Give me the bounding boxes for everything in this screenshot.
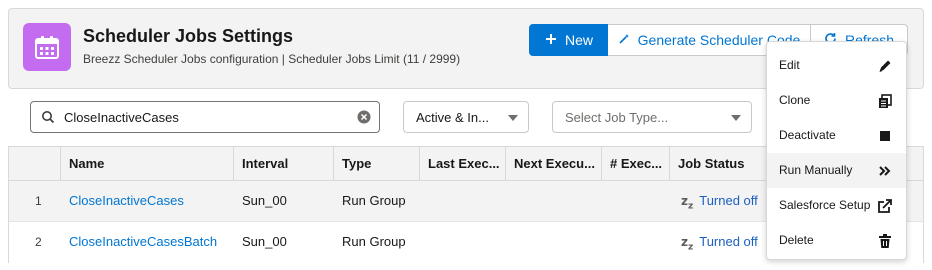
- menu-item-label: Run Manually: [779, 163, 853, 177]
- page-title: Scheduler Jobs Settings: [83, 26, 294, 46]
- sleep-icon: zz: [681, 235, 694, 253]
- job-status: zz Turned off: [681, 181, 758, 221]
- menu-item-salesforce-setup[interactable]: Salesforce Setup: [767, 188, 906, 223]
- magic-wand-icon: [618, 32, 630, 48]
- new-button-label: New: [564, 32, 593, 48]
- menu-item-label: Delete: [779, 233, 814, 247]
- menu-item-deactivate[interactable]: Deactivate: [767, 118, 906, 153]
- menu-item-label: Edit: [779, 58, 800, 72]
- sleep-icon: zz: [681, 194, 694, 212]
- page-subtitle: Breezz Scheduler Jobs configuration | Sc…: [83, 52, 461, 66]
- menu-item-clone[interactable]: Clone: [767, 83, 906, 118]
- job-interval: Sun_00: [242, 234, 287, 249]
- status-filter-value: Active & In...: [416, 110, 489, 125]
- job-status: zz Turned off: [681, 222, 758, 262]
- column-header-name[interactable]: Name: [61, 147, 234, 181]
- job-name-link[interactable]: CloseInactiveCasesBatch: [69, 222, 217, 262]
- job-status-label: Turned off: [699, 193, 758, 208]
- status-filter-select[interactable]: Active & In...: [403, 101, 529, 133]
- row-number: 1: [35, 194, 42, 208]
- trash-icon: [876, 232, 894, 250]
- job-type-select[interactable]: Select Job Type...: [552, 101, 752, 133]
- column-header-type[interactable]: Type: [334, 147, 420, 181]
- row-number-header: [9, 147, 61, 181]
- search-icon: [41, 110, 55, 129]
- menu-item-label: Deactivate: [779, 128, 836, 142]
- column-header-next-execution[interactable]: Next Execu...: [506, 147, 602, 181]
- search-input[interactable]: CloseInactiveCases: [30, 101, 380, 133]
- new-button[interactable]: New: [529, 24, 609, 56]
- column-header-interval[interactable]: Interval: [234, 147, 334, 181]
- search-value: CloseInactiveCases: [64, 110, 179, 125]
- external-link-icon: [876, 197, 894, 215]
- menu-item-edit[interactable]: Edit: [767, 48, 906, 83]
- plus-icon: [545, 32, 557, 48]
- job-status-label: Turned off: [699, 234, 758, 249]
- menu-item-delete[interactable]: Delete: [767, 223, 906, 258]
- pencil-icon: [876, 57, 894, 75]
- row-number: 2: [35, 235, 42, 249]
- copy-icon: [876, 92, 894, 110]
- calendar-icon: [23, 23, 71, 71]
- menu-item-run-manually[interactable]: Run Manually: [767, 153, 906, 188]
- job-interval: Sun_00: [242, 193, 287, 208]
- stop-icon: [876, 127, 894, 145]
- row-actions-menu: Edit Clone Deactivate Run Manually Sales…: [766, 41, 907, 260]
- menu-item-label: Salesforce Setup: [779, 198, 871, 212]
- menu-item-label: Clone: [779, 93, 811, 107]
- column-header-last-execution[interactable]: Last Exec...: [420, 147, 506, 181]
- column-header-execution-count[interactable]: # Exec...: [602, 147, 670, 181]
- job-name-link[interactable]: CloseInactiveCases: [69, 181, 184, 221]
- job-type: Run Group: [342, 193, 406, 208]
- chevron-down-icon: [731, 115, 741, 121]
- job-type-placeholder: Select Job Type...: [565, 110, 669, 125]
- chevron-double-right-icon: [876, 162, 894, 180]
- chevron-down-icon: [508, 115, 518, 121]
- clear-icon[interactable]: [357, 110, 371, 129]
- job-type: Run Group: [342, 234, 406, 249]
